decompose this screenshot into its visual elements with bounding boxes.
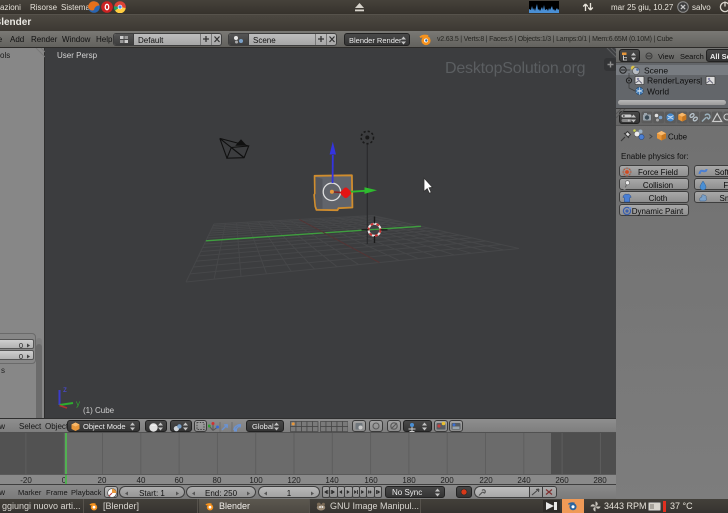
svg-text:z: z <box>63 385 67 394</box>
svg-text:Cube: Cube <box>668 133 688 142</box>
svg-text:Scene: Scene <box>644 66 668 76</box>
svg-text:|: | <box>700 76 702 86</box>
svg-text:RenderLayers: RenderLayers <box>647 76 700 86</box>
svg-text:World: World <box>647 87 669 97</box>
svg-text:y: y <box>76 399 80 408</box>
